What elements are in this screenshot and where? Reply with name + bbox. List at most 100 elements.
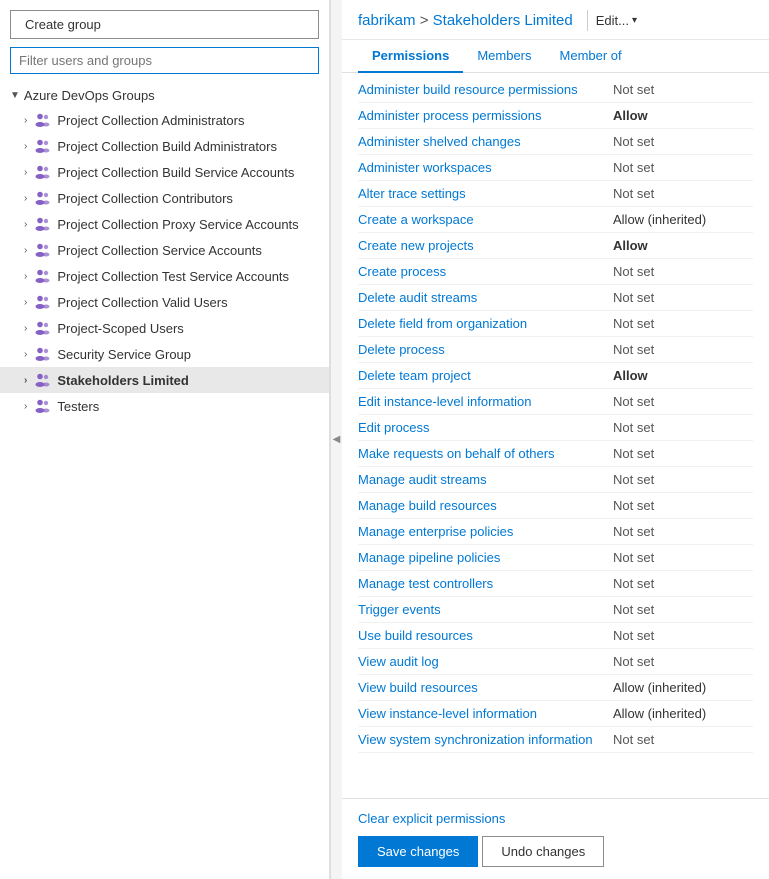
perm-row: View system synchronization information … bbox=[358, 727, 753, 753]
perm-name[interactable]: Manage build resources bbox=[358, 498, 497, 513]
clear-permissions-link[interactable]: Clear explicit permissions bbox=[358, 811, 753, 826]
perm-row: View build resources Allow (inherited) bbox=[358, 675, 753, 701]
edit-button[interactable]: Edit... ▾ bbox=[587, 10, 645, 31]
perm-name[interactable]: Manage enterprise policies bbox=[358, 524, 513, 539]
collapse-handle[interactable]: ◀ bbox=[330, 0, 342, 879]
perm-value[interactable]: Not set bbox=[613, 186, 753, 201]
perm-name[interactable]: Create new projects bbox=[358, 238, 474, 253]
breadcrumb-parent[interactable]: fabrikam bbox=[358, 12, 416, 29]
perm-name[interactable]: Manage pipeline policies bbox=[358, 550, 500, 565]
perm-row: Delete process Not set bbox=[358, 337, 753, 363]
perm-name[interactable]: Administer build resource permissions bbox=[358, 82, 578, 97]
perm-value[interactable]: Allow (inherited) bbox=[613, 680, 753, 695]
perm-value[interactable]: Allow bbox=[613, 108, 753, 123]
tree-item-project-collection-valid-users[interactable]: › Project Collection Valid Users bbox=[0, 289, 329, 315]
perm-name[interactable]: View instance-level information bbox=[358, 706, 537, 721]
perm-row: Use build resources Not set bbox=[358, 623, 753, 649]
group-label: Testers bbox=[57, 399, 99, 414]
item-chevron: › bbox=[24, 193, 27, 204]
perm-value[interactable]: Not set bbox=[613, 160, 753, 175]
group-label: Project Collection Valid Users bbox=[57, 295, 227, 310]
perm-value[interactable]: Allow bbox=[613, 238, 753, 253]
perm-name[interactable]: Use build resources bbox=[358, 628, 473, 643]
perm-value[interactable]: Not set bbox=[613, 290, 753, 305]
perm-value[interactable]: Not set bbox=[613, 654, 753, 669]
group-icon bbox=[33, 137, 51, 155]
tab-members[interactable]: Members bbox=[463, 40, 545, 73]
perm-name[interactable]: Make requests on behalf of others bbox=[358, 446, 555, 461]
perm-value[interactable]: Not set bbox=[613, 602, 753, 617]
undo-changes-button[interactable]: Undo changes bbox=[482, 836, 604, 867]
group-icon bbox=[33, 189, 51, 207]
left-panel: Create group ▼ Azure DevOps Groups › Pro… bbox=[0, 0, 330, 879]
group-icon bbox=[33, 267, 51, 285]
tree-item-project-collection-service-accounts[interactable]: › Project Collection Service Accounts bbox=[0, 237, 329, 263]
perm-row: Create new projects Allow bbox=[358, 233, 753, 259]
group-icon bbox=[33, 293, 51, 311]
tree-item-project-collection-contributors[interactable]: › Project Collection Contributors bbox=[0, 185, 329, 211]
perm-name[interactable]: View audit log bbox=[358, 654, 439, 669]
perm-row: Manage build resources Not set bbox=[358, 493, 753, 519]
category-chevron: ▼ bbox=[10, 90, 20, 101]
create-group-button[interactable]: Create group bbox=[10, 10, 319, 39]
perm-value[interactable]: Not set bbox=[613, 524, 753, 539]
perm-value[interactable]: Not set bbox=[613, 394, 753, 409]
perm-name[interactable]: Create a workspace bbox=[358, 212, 474, 227]
perm-row: Administer process permissions Allow bbox=[358, 103, 753, 129]
perm-name[interactable]: Delete audit streams bbox=[358, 290, 477, 305]
tab-permissions[interactable]: Permissions bbox=[358, 40, 463, 73]
perm-name[interactable]: Manage test controllers bbox=[358, 576, 493, 591]
perm-name[interactable]: Delete process bbox=[358, 342, 445, 357]
perm-value[interactable]: Allow (inherited) bbox=[613, 212, 753, 227]
azure-devops-groups-category[interactable]: ▼ Azure DevOps Groups bbox=[0, 84, 329, 107]
perm-value[interactable]: Not set bbox=[613, 446, 753, 461]
save-changes-button[interactable]: Save changes bbox=[358, 836, 478, 867]
tree-item-project-collection-proxy-service-accounts[interactable]: › Project Collection Proxy Service Accou… bbox=[0, 211, 329, 237]
filter-input[interactable] bbox=[10, 47, 319, 74]
tree-item-project-collection-administrators[interactable]: › Project Collection Administrators bbox=[0, 107, 329, 133]
perm-row: Delete team project Allow bbox=[358, 363, 753, 389]
item-chevron: › bbox=[24, 167, 27, 178]
perm-name[interactable]: View build resources bbox=[358, 680, 478, 695]
perm-value[interactable]: Not set bbox=[613, 472, 753, 487]
perm-name[interactable]: Create process bbox=[358, 264, 446, 279]
perm-value[interactable]: Not set bbox=[613, 576, 753, 591]
perm-row: Trigger events Not set bbox=[358, 597, 753, 623]
perm-name[interactable]: Administer shelved changes bbox=[358, 134, 521, 149]
tree-item-project-collection-build-service-accounts[interactable]: › Project Collection Build Service Accou… bbox=[0, 159, 329, 185]
tree-item-project-scoped-users[interactable]: › Project-Scoped Users bbox=[0, 315, 329, 341]
perm-value[interactable]: Not set bbox=[613, 628, 753, 643]
perm-name[interactable]: Edit instance-level information bbox=[358, 394, 531, 409]
perm-value[interactable]: Not set bbox=[613, 264, 753, 279]
perm-row: Make requests on behalf of others Not se… bbox=[358, 441, 753, 467]
perm-value[interactable]: Not set bbox=[613, 316, 753, 331]
group-label: Security Service Group bbox=[57, 347, 191, 362]
perm-name[interactable]: Delete team project bbox=[358, 368, 471, 383]
tree-item-testers[interactable]: › Testers bbox=[0, 393, 329, 419]
perm-value[interactable]: Allow bbox=[613, 368, 753, 383]
perm-value[interactable]: Not set bbox=[613, 342, 753, 357]
perm-name[interactable]: Alter trace settings bbox=[358, 186, 466, 201]
perm-value[interactable]: Not set bbox=[613, 82, 753, 97]
tab-member-of[interactable]: Member of bbox=[546, 40, 636, 73]
perm-value[interactable]: Not set bbox=[613, 550, 753, 565]
perm-name[interactable]: Manage audit streams bbox=[358, 472, 487, 487]
perm-value[interactable]: Allow (inherited) bbox=[613, 706, 753, 721]
perm-value[interactable]: Not set bbox=[613, 420, 753, 435]
tree-item-security-service-group[interactable]: › Security Service Group bbox=[0, 341, 329, 367]
perm-value[interactable]: Not set bbox=[613, 134, 753, 149]
tree-item-stakeholders-limited[interactable]: › Stakeholders Limited bbox=[0, 367, 329, 393]
breadcrumb-current: Stakeholders Limited bbox=[433, 12, 573, 29]
perm-row: Administer workspaces Not set bbox=[358, 155, 753, 181]
perm-value[interactable]: Not set bbox=[613, 732, 753, 747]
tree-item-project-collection-build-administrators[interactable]: › Project Collection Build Administrator… bbox=[0, 133, 329, 159]
perm-name[interactable]: Administer process permissions bbox=[358, 108, 542, 123]
perm-name[interactable]: Edit process bbox=[358, 420, 430, 435]
perm-name[interactable]: Trigger events bbox=[358, 602, 441, 617]
perm-value[interactable]: Not set bbox=[613, 498, 753, 513]
perm-name[interactable]: View system synchronization information bbox=[358, 732, 593, 747]
perm-name[interactable]: Delete field from organization bbox=[358, 316, 527, 331]
perm-name[interactable]: Administer workspaces bbox=[358, 160, 492, 175]
tree-item-project-collection-test-service-accounts[interactable]: › Project Collection Test Service Accoun… bbox=[0, 263, 329, 289]
item-chevron: › bbox=[24, 219, 27, 230]
